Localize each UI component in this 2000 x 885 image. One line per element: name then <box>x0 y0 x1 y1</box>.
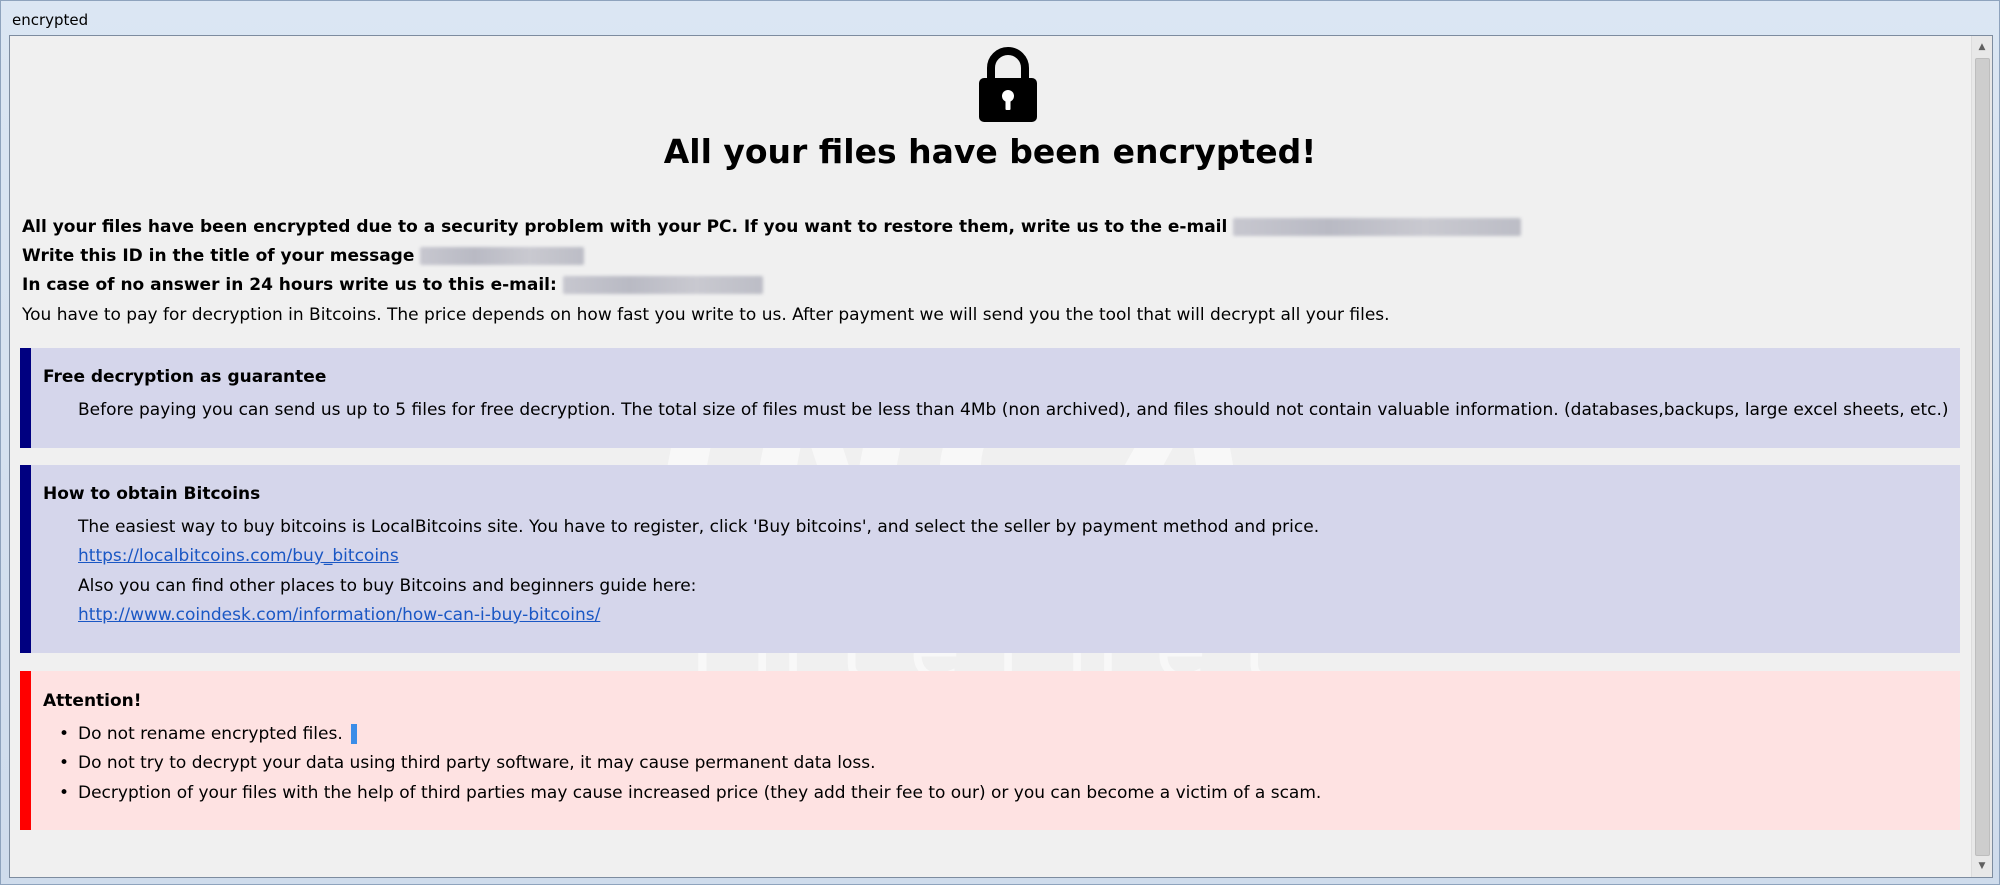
attention-item-text: Do not try to decrypt your data using th… <box>78 753 876 773</box>
scrollbar-thumb[interactable] <box>1975 58 1990 856</box>
intro-backup-email-text: In case of no answer in 24 hours write u… <box>22 275 557 295</box>
intro-payment-text: You have to pay for decryption in Bitcoi… <box>22 305 1390 325</box>
intro-line-id: Write this ID in the title of your messa… <box>22 244 585 268</box>
bitcoins-text-2: Also you can find other places to buy Bi… <box>78 576 697 596</box>
attention-title: Attention! <box>43 691 142 711</box>
bullet-icon: • <box>59 783 70 803</box>
page-title: All your files have been encrypted! <box>663 132 1317 171</box>
vertical-scrollbar[interactable]: ▲ ▼ <box>1971 36 1992 877</box>
intro-id-text: Write this ID in the title of your messa… <box>22 246 415 266</box>
coindesk-link[interactable]: http://www.coindesk.com/information/how-… <box>78 603 600 627</box>
attention-panel: Attention! • Do not rename encrypted fil… <box>20 671 1960 830</box>
bitcoins-panel: How to obtain Bitcoins The easiest way t… <box>20 465 1960 653</box>
text-cursor <box>350 724 357 744</box>
guarantee-text: Before paying you can send us up to 5 fi… <box>78 400 1949 420</box>
bullet-icon: • <box>59 753 70 773</box>
guarantee-title: Free decryption as guarantee <box>43 367 327 387</box>
lock-icon <box>979 47 1037 122</box>
intro-line-backup-email: In case of no answer in 24 hours write u… <box>22 273 763 297</box>
attention-item: Do not rename encrypted files. <box>78 722 357 746</box>
window-client-area: INCA Internet All your files have been e… <box>9 35 1993 878</box>
scroll-down-icon[interactable]: ▼ <box>1972 857 1992 875</box>
intro-line-email: All your files have been encrypted due t… <box>22 215 1522 239</box>
guarantee-panel: Free decryption as guarantee Before payi… <box>20 348 1960 448</box>
localbitcoins-link[interactable]: https://localbitcoins.com/buy_bitcoins <box>78 544 399 568</box>
redacted-id <box>420 247 585 265</box>
redacted-email-backup <box>562 276 763 294</box>
note-content: INCA Internet All your files have been e… <box>10 36 1970 877</box>
bullet-icon: • <box>59 724 70 744</box>
attention-item-text: Decryption of your files with the help o… <box>78 783 1322 803</box>
bitcoins-title: How to obtain Bitcoins <box>43 484 261 504</box>
attention-item-text: Do not rename encrypted files. <box>78 724 343 744</box>
bitcoins-text-1: The easiest way to buy bitcoins is Local… <box>78 517 1320 537</box>
window-title: encrypted <box>12 11 89 29</box>
scroll-up-icon[interactable]: ▲ <box>1972 38 1992 56</box>
ransom-note-window: encrypted INCA Internet All your files h… <box>0 0 2000 885</box>
redacted-email-primary <box>1233 218 1522 236</box>
intro-email-text: All your files have been encrypted due t… <box>22 217 1228 237</box>
